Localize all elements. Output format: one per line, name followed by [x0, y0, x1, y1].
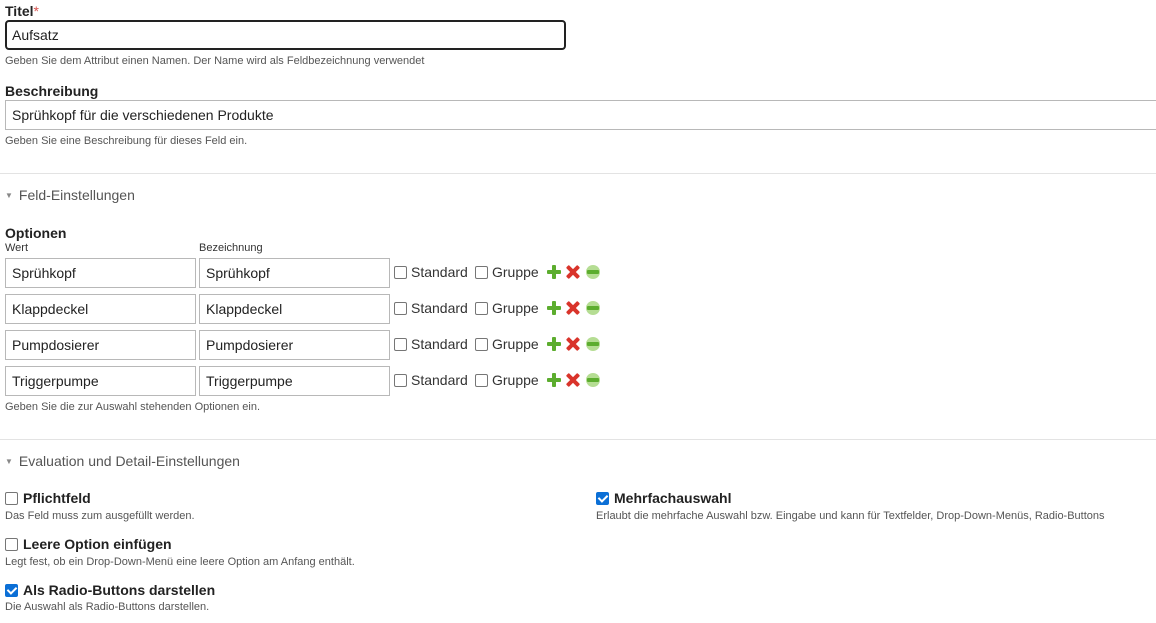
collapse-triangle-icon: ▼ — [5, 456, 13, 466]
empty-option-help: Legt fest, ob ein Drop-Down-Menü eine le… — [5, 556, 355, 568]
option-group-checkbox-row[interactable]: Gruppe — [475, 264, 539, 280]
section-evaluation-settings[interactable]: ▼ Evaluation und Detail-Einstellungen — [5, 453, 240, 469]
multi-checkbox-label: Mehrfachauswahl — [614, 490, 732, 506]
option-group-label: Gruppe — [492, 264, 539, 280]
option-row: Standard Gruppe — [5, 366, 625, 396]
move-option-icon[interactable] — [586, 265, 600, 279]
option-standard-label: Standard — [411, 264, 468, 280]
options-help: Geben Sie die zur Auswahl stehenden Opti… — [5, 401, 261, 413]
option-group-checkbox-row[interactable]: Gruppe — [475, 336, 539, 352]
option-label-input[interactable] — [199, 330, 390, 360]
option-standard-label: Standard — [411, 372, 468, 388]
option-standard-label: Standard — [411, 300, 468, 316]
radio-checkbox-label: Als Radio-Buttons darstellen — [23, 582, 216, 598]
option-group-checkbox-row[interactable]: Gruppe — [475, 372, 539, 388]
options-label: Optionen — [5, 225, 67, 241]
option-standard-checkbox-row[interactable]: Standard — [394, 300, 468, 316]
option-label-input[interactable] — [199, 294, 390, 324]
option-value-input[interactable] — [5, 258, 196, 288]
empty-option-checkbox-row[interactable]: Leere Option einfügen — [5, 536, 172, 552]
add-option-icon[interactable] — [547, 301, 561, 315]
description-input[interactable] — [5, 100, 1156, 130]
add-option-icon[interactable] — [547, 373, 561, 387]
collapse-triangle-icon: ▼ — [5, 190, 13, 200]
option-group-checkbox[interactable] — [475, 337, 488, 351]
column-label-label: Bezeichnung — [199, 242, 263, 254]
column-value-label: Wert — [5, 242, 29, 254]
empty-option-checkbox-label: Leere Option einfügen — [23, 536, 172, 552]
section-field-settings[interactable]: ▼ Feld-Einstellungen — [5, 187, 135, 203]
option-standard-checkbox[interactable] — [394, 373, 407, 387]
option-value-input[interactable] — [5, 330, 196, 360]
option-value-input[interactable] — [5, 294, 196, 324]
option-group-label: Gruppe — [492, 372, 539, 388]
empty-option-checkbox[interactable] — [5, 537, 18, 551]
delete-option-icon[interactable] — [566, 301, 580, 315]
option-standard-checkbox-row[interactable]: Standard — [394, 336, 468, 352]
option-value-input[interactable] — [5, 366, 196, 396]
delete-option-icon[interactable] — [566, 265, 580, 279]
description-label: Beschreibung — [5, 83, 99, 99]
divider — [0, 439, 1156, 440]
option-group-checkbox[interactable] — [475, 265, 488, 279]
option-row: Standard Gruppe — [5, 330, 625, 360]
required-checkbox[interactable] — [5, 491, 18, 505]
required-checkbox-row[interactable]: Pflichtfeld — [5, 490, 91, 506]
title-input[interactable] — [5, 20, 566, 50]
option-standard-checkbox[interactable] — [394, 301, 407, 315]
option-group-label: Gruppe — [492, 300, 539, 316]
move-option-icon[interactable] — [586, 301, 600, 315]
option-standard-checkbox-row[interactable]: Standard — [394, 372, 468, 388]
option-group-checkbox[interactable] — [475, 301, 488, 315]
move-option-icon[interactable] — [586, 373, 600, 387]
multi-select-checkbox[interactable] — [596, 491, 609, 505]
option-group-label: Gruppe — [492, 336, 539, 352]
option-standard-checkbox[interactable] — [394, 265, 407, 279]
option-group-checkbox[interactable] — [475, 373, 488, 387]
option-row: Standard Gruppe — [5, 258, 625, 288]
add-option-icon[interactable] — [547, 337, 561, 351]
multi-checkbox-row[interactable]: Mehrfachauswahl — [596, 490, 731, 506]
option-row: Standard Gruppe — [5, 294, 625, 324]
option-label-input[interactable] — [199, 366, 390, 396]
title-help: Geben Sie dem Attribut einen Namen. Der … — [5, 55, 425, 67]
option-group-checkbox-row[interactable]: Gruppe — [475, 300, 539, 316]
required-asterisk: * — [33, 3, 39, 19]
radio-buttons-checkbox[interactable] — [5, 583, 18, 597]
required-checkbox-label: Pflichtfeld — [23, 490, 91, 506]
multi-help: Erlaubt die mehrfache Auswahl bzw. Einga… — [596, 510, 1105, 522]
add-option-icon[interactable] — [547, 265, 561, 279]
delete-option-icon[interactable] — [566, 337, 580, 351]
divider — [0, 173, 1156, 174]
option-standard-checkbox[interactable] — [394, 337, 407, 351]
option-standard-checkbox-row[interactable]: Standard — [394, 264, 468, 280]
section-evaluation-settings-label: Evaluation und Detail-Einstellungen — [18, 453, 240, 469]
title-label-text: Titel — [5, 3, 34, 19]
radio-checkbox-row[interactable]: Als Radio-Buttons darstellen — [5, 582, 215, 598]
description-help: Geben Sie eine Beschreibung für dieses F… — [5, 135, 248, 147]
option-label-input[interactable] — [199, 258, 390, 288]
radio-help: Die Auswahl als Radio-Buttons darstellen… — [5, 601, 210, 613]
delete-option-icon[interactable] — [566, 373, 580, 387]
title-label: Titel* — [5, 3, 39, 19]
option-standard-label: Standard — [411, 336, 468, 352]
move-option-icon[interactable] — [586, 337, 600, 351]
section-field-settings-label: Feld-Einstellungen — [18, 187, 135, 203]
required-help: Das Feld muss zum ausgefüllt werden. — [5, 510, 195, 522]
